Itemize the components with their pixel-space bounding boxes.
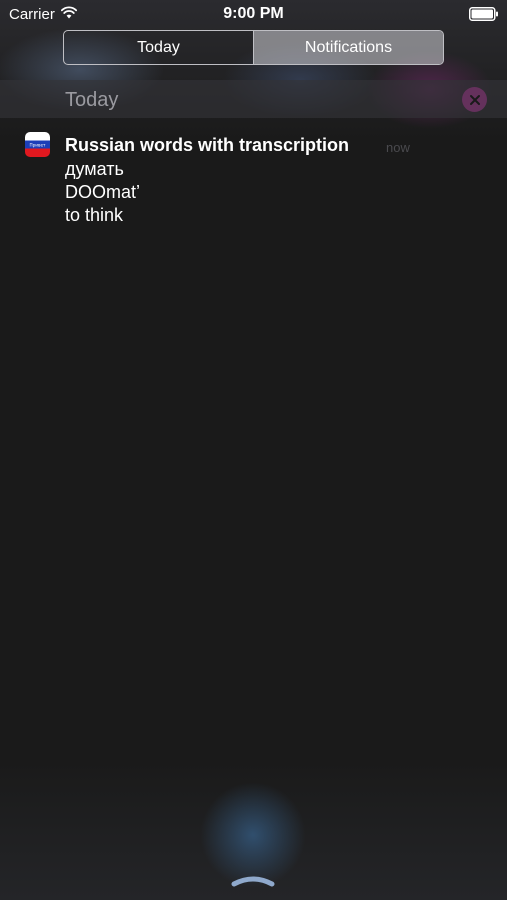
- notification-transcription: DOOmat’: [65, 182, 141, 202]
- section-title: Today: [65, 89, 119, 111]
- segmented-control: Today Notifications: [63, 30, 444, 65]
- app-icon-label: Привет: [29, 143, 46, 148]
- tab-notifications[interactable]: Notifications: [254, 31, 443, 64]
- section-header: Today: [0, 80, 507, 118]
- tab-notifications-label: Notifications: [304, 38, 393, 56]
- tab-today[interactable]: Today: [64, 31, 254, 64]
- notification-translation: to think: [65, 205, 124, 225]
- status-bar: Carrier 9:00 PM: [0, 0, 507, 28]
- notification-time: now: [386, 140, 410, 155]
- notification-item[interactable]: Привет Russian words with transcription …: [0, 128, 507, 238]
- russian-flag-icon: Привет: [25, 132, 50, 157]
- clock: 9:00 PM: [223, 5, 284, 22]
- notification-title: Russian words with transcription: [65, 135, 350, 155]
- notification-word: думать: [65, 159, 124, 179]
- clear-notifications-button[interactable]: [462, 87, 487, 112]
- chevron-up-icon[interactable]: [230, 872, 276, 888]
- tab-today-label: Today: [137, 38, 180, 56]
- battery-icon: [469, 7, 498, 21]
- close-icon: [469, 94, 480, 105]
